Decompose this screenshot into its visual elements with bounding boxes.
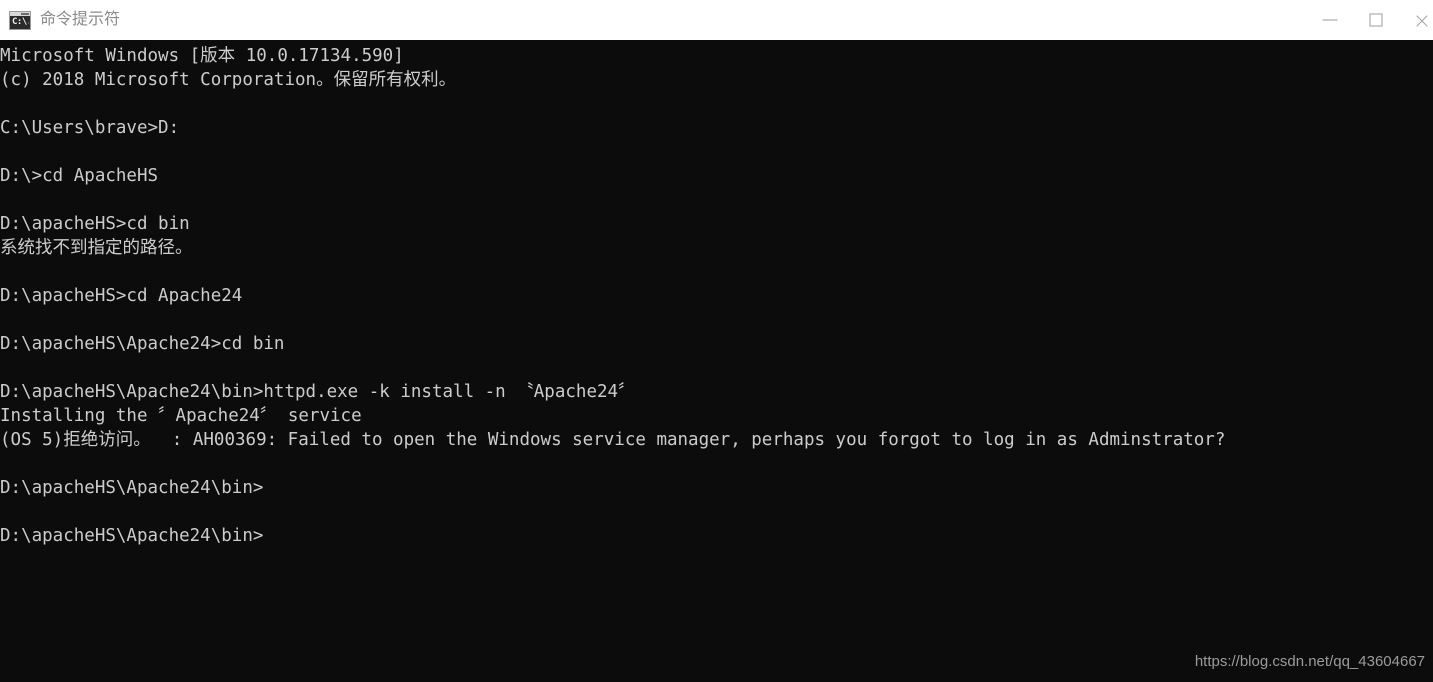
console-line: C:\Users\brave>D: (0, 118, 180, 138)
console-line: D:\apacheHS\Apache24>cd bin (0, 334, 285, 354)
titlebar-identity: C:\. 命令提示符 (0, 10, 120, 30)
close-button[interactable] (1399, 0, 1433, 40)
console-line: (OS 5)拒绝访问。 : AH00369: Failed to open th… (0, 430, 1226, 450)
window-titlebar[interactable]: C:\. 命令提示符 (0, 0, 1433, 40)
watermark-url: https://blog.csdn.net/qq_43604667 (1194, 653, 1425, 670)
console-line: (c) 2018 Microsoft Corporation。保留所有权利。 (0, 70, 457, 90)
close-icon (1415, 13, 1430, 28)
maximize-icon (1369, 13, 1383, 27)
window-title: 命令提示符 (40, 11, 121, 28)
console-line: D:\apacheHS\Apache24\bin>httpd.exe -k in… (0, 382, 636, 402)
console-line-list: Microsoft Windows [版本 10.0.17134.590] (c)… (0, 40, 1225, 548)
window-controls (1307, 0, 1433, 40)
console-line: 系统找不到指定的路径。 (0, 238, 193, 258)
console-line: D:\apacheHS>cd bin (0, 214, 190, 234)
console-line: D:\apacheHS>cd Apache24 (0, 286, 243, 306)
console-line: Installing the 〞Apache24〞 service (0, 406, 362, 426)
minimize-button[interactable] (1307, 0, 1353, 40)
console-output-area[interactable]: Microsoft Windows [版本 10.0.17134.590] (c)… (0, 40, 1433, 682)
console-line: D:\apacheHS\Apache24\bin> (0, 478, 264, 498)
cmd-window: C:\. 命令提示符 Microsoft Windows [版本 10.0.17… (0, 0, 1433, 682)
console-line: D:\apacheHS\Apache24\bin> (0, 526, 264, 546)
icon-prompt-glyph: C:\. (12, 16, 29, 27)
console-line: Microsoft Windows [版本 10.0.17134.590] (0, 46, 404, 66)
minimize-icon (1322, 19, 1338, 21)
console-line: D:\>cd ApacheHS (0, 166, 159, 186)
cmd-prompt-icon: C:\. (9, 10, 31, 30)
maximize-button[interactable] (1353, 0, 1399, 40)
